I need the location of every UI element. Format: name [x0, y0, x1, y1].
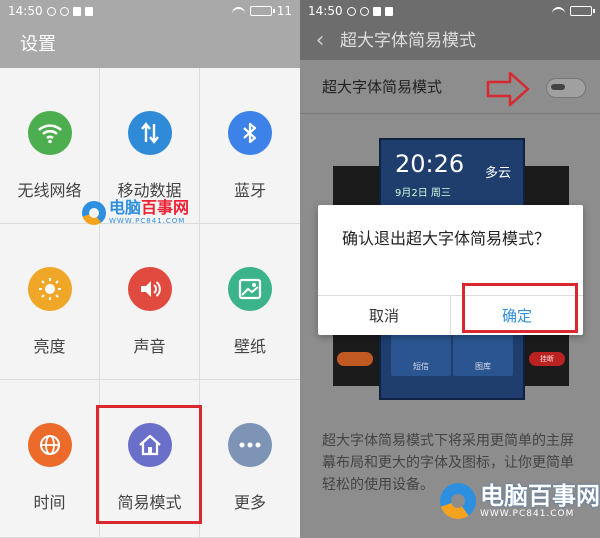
page-title: 设置 [0, 22, 300, 68]
notification-icon [384, 6, 393, 16]
more-icon [228, 423, 272, 467]
settings-item-label: 亮度 [33, 337, 66, 356]
settings-item-label: 无线网络 [17, 181, 82, 200]
battery-icon [570, 6, 595, 16]
mobile-data-icon [127, 111, 172, 155]
dialog-actions: 取消 确定 [318, 295, 583, 335]
wifi-icon [27, 111, 72, 155]
red-arrow-icon [486, 71, 530, 107]
wifi-status-icon [231, 6, 245, 16]
settings-item-mobile-data[interactable]: 移动数据 [100, 68, 200, 224]
settings-item-label: 简易模式 [117, 493, 182, 512]
confirm-button[interactable]: 确定 [451, 296, 583, 335]
brightness-icon [27, 267, 72, 311]
settings-item-time[interactable]: 时间 [0, 380, 100, 538]
notification-icon [359, 6, 369, 16]
battery-icon [249, 6, 275, 16]
settings-item-brightness[interactable]: 亮度 [0, 224, 100, 380]
sound-icon [127, 267, 172, 311]
settings-item-wallpaper[interactable]: 壁纸 [200, 224, 300, 380]
settings-grid: 无线网络 移动数据 蓝牙 亮度 声音 壁纸 时间 简易模式 更多 [0, 68, 300, 538]
notification-icon [84, 6, 93, 16]
settings-item-label: 移动数据 [117, 181, 182, 200]
back-arrow-icon[interactable]: ‹ [300, 22, 340, 60]
preview-hangup-button: 挂断 [529, 352, 565, 366]
settings-item-more[interactable]: 更多 [200, 380, 300, 538]
preview-date: 9月2日 周三 [395, 188, 451, 199]
status-time: 14:50 [8, 4, 43, 18]
wifi-status-icon [552, 6, 565, 16]
settings-item-sound[interactable]: 声音 [100, 224, 200, 380]
bluetooth-icon [228, 111, 272, 155]
preview-time: 20:26 [395, 150, 465, 178]
settings-item-label: 蓝牙 [233, 181, 266, 200]
settings-item-simple-mode[interactable]: 简易模式 [100, 380, 200, 538]
page-title: 超大字体简易模式 [340, 31, 476, 51]
settings-item-wifi[interactable]: 无线网络 [0, 68, 100, 224]
dialog-message: 确认退出超大字体简易模式？ [342, 229, 551, 248]
home-icon [127, 423, 172, 467]
simple-mode-toggle[interactable] [546, 78, 586, 98]
preview-weather: 多云 [484, 166, 511, 181]
settings-item-bluetooth[interactable]: 蓝牙 [200, 68, 300, 224]
notification-icon [372, 6, 381, 16]
preview-app-label: 图库 [475, 362, 491, 371]
preview-app-label: 短信 [413, 362, 429, 371]
settings-item-label: 更多 [233, 493, 266, 512]
notification-icon [72, 6, 81, 16]
header: ‹ 超大字体简易模式 [300, 22, 600, 60]
confirm-dialog: 确认退出超大字体简易模式？ 取消 确定 [318, 205, 583, 335]
cancel-button[interactable]: 取消 [318, 296, 451, 335]
simple-mode-screen: 14:50 ‹ 超大字体简易模式 超大字体简易模式 挂断 20:26 9月2日 … [300, 0, 600, 538]
settings-item-label: 壁纸 [233, 337, 266, 356]
wallpaper-icon [228, 267, 272, 311]
status-time: 14:50 [308, 4, 343, 18]
mode-description: 超大字体简易模式下将采用更简单的主屏幕布局和更大的字体及图标，让你更简单轻松的使… [322, 433, 574, 493]
preview-call-button [337, 352, 373, 366]
settings-screen: 14:50 11 设置 无线网络 移动数据 蓝牙 亮度 声音 壁纸 时间 简易模… [0, 0, 300, 538]
settings-item-label: 声音 [133, 337, 166, 356]
notification-icon [346, 6, 356, 16]
setting-label: 超大字体简易模式 [322, 78, 443, 96]
settings-item-label: 时间 [33, 493, 66, 512]
status-bar: 14:50 [300, 0, 600, 22]
globe-icon [27, 423, 72, 467]
notification-icon [59, 6, 69, 16]
status-bar: 14:50 11 [0, 0, 300, 22]
battery-level: 11 [276, 4, 292, 18]
notification-icon [46, 6, 56, 16]
